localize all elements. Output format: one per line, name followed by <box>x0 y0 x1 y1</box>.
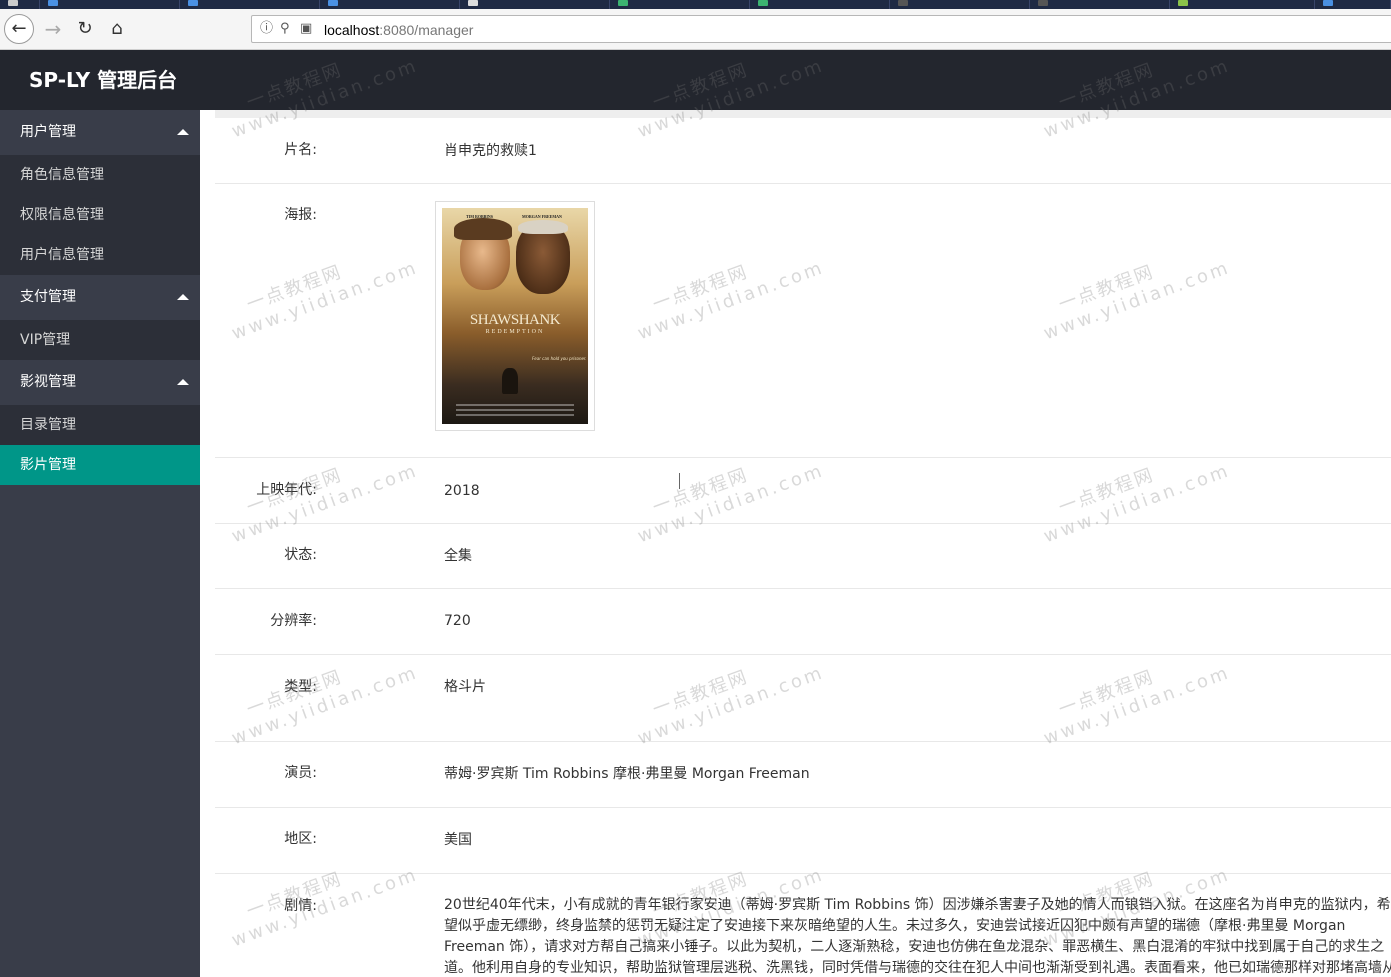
field-label: 地区: <box>284 831 317 847</box>
field-value-region: 美国 <box>444 832 472 848</box>
reload-button[interactable]: ↻ <box>70 14 100 44</box>
field-row-title: 片名: 肖申克的救赎1 <box>215 118 1391 184</box>
sidebar-item-vip[interactable]: VIP管理 <box>0 320 200 360</box>
browser-tab[interactable] <box>1170 0 1315 9</box>
poster-actor-right: MORGAN FREEMAN <box>522 214 562 219</box>
sidebar-group-title-pay[interactable]: 支付管理 <box>0 275 200 320</box>
sidebar-group-title-user[interactable]: 用户管理 <box>0 110 200 155</box>
url-path: :8080/manager <box>379 22 474 38</box>
browser-tab[interactable] <box>1030 0 1170 9</box>
field-row-poster: 海报: TIM ROBBINS MORGAN FREEMAN SHAWSHANK… <box>215 184 1391 458</box>
arrow-left-icon: ← <box>11 18 27 39</box>
reload-icon: ↻ <box>77 18 93 39</box>
field-row-year: 上映年代: 2018 <box>215 458 1391 524</box>
key-icon: ⚲ <box>280 21 290 36</box>
field-value-actors: 蒂姆·罗宾斯 Tim Robbins 摩根·弗里曼 Morgan Freeman <box>444 766 810 782</box>
field-row-plot: 剧情: 20世纪40年代末，小有成就的青年银行家安迪（蒂姆·罗宾斯 Tim Ro… <box>215 874 1391 977</box>
page-icon: ▣ <box>300 21 313 36</box>
sidebar-group-user: 用户管理 角色信息管理 权限信息管理 用户信息管理 <box>0 110 200 275</box>
browser-toolbar: ← → ↻ ⌂ ⓘ ⚲ ▣ localhost:8080/manager <box>0 9 1391 50</box>
field-label: 演员: <box>284 765 317 781</box>
poster-hair-right <box>518 220 568 234</box>
caret-up-icon <box>177 294 189 300</box>
field-value-resolution: 720 <box>444 613 471 629</box>
field-label: 海报: <box>284 207 317 223</box>
sidebar-item-movies[interactable]: 影片管理 <box>0 445 200 485</box>
browser-tab[interactable] <box>0 0 40 9</box>
poster-face-right <box>516 224 570 294</box>
browser-tab[interactable] <box>40 0 180 9</box>
field-row-region: 地区: 美国 <box>215 808 1391 874</box>
sidebar-group-label: 影视管理 <box>20 374 76 390</box>
address-bar[interactable]: ⓘ ⚲ ▣ localhost:8080/manager <box>251 15 1391 43</box>
home-icon: ⌂ <box>111 18 123 39</box>
sidebar-group-label: 用户管理 <box>20 124 76 140</box>
field-row-actors: 演员: 蒂姆·罗宾斯 Tim Robbins 摩根·弗里曼 Morgan Fre… <box>215 742 1391 808</box>
caret-up-icon <box>177 129 189 135</box>
field-value-plot: 20世纪40年代末，小有成就的青年银行家安迪（蒂姆·罗宾斯 Tim Robbin… <box>444 897 1391 976</box>
field-value-title: 肖申克的救赎1 <box>444 143 537 159</box>
poster-hair-left <box>454 218 512 240</box>
field-row-genre: 类型: 格斗片 <box>215 655 1391 742</box>
field-row-status: 状态: 全集 <box>215 524 1391 589</box>
browser-tab[interactable] <box>890 0 1030 9</box>
sidebar-group-pay: 支付管理 VIP管理 <box>0 275 200 360</box>
browser-tab-strip <box>0 0 1391 9</box>
browser-tab[interactable] <box>460 0 610 9</box>
home-button[interactable]: ⌂ <box>102 14 132 44</box>
poster-image: TIM ROBBINS MORGAN FREEMAN SHAWSHANK RED… <box>442 208 588 424</box>
browser-tab[interactable] <box>180 0 320 9</box>
info-icon[interactable]: ⓘ <box>260 20 273 38</box>
poster-figure <box>502 368 518 394</box>
sidebar-item-role[interactable]: 角色信息管理 <box>0 155 200 195</box>
url-host: localhost <box>324 22 380 38</box>
field-row-resolution: 分辨率: 720 <box>215 589 1391 655</box>
back-button[interactable]: ← <box>4 14 34 44</box>
caret-up-icon <box>177 379 189 385</box>
browser-tab[interactable] <box>320 0 460 9</box>
sidebar-item-user-info[interactable]: 用户信息管理 <box>0 235 200 275</box>
field-label: 片名: <box>284 142 317 158</box>
field-label: 类型: <box>284 679 317 695</box>
sidebar-item-permission[interactable]: 权限信息管理 <box>0 195 200 235</box>
sidebar-group-title-media[interactable]: 影视管理 <box>0 360 200 405</box>
app-title: SP-LY 管理后台 <box>29 68 178 92</box>
poster-tagline: Fear can hold you prisoner. <box>532 356 587 361</box>
browser-tab[interactable] <box>750 0 890 9</box>
field-label: 分辨率: <box>270 613 317 629</box>
sidebar-group-label: 支付管理 <box>20 289 76 305</box>
browser-tab[interactable] <box>610 0 750 9</box>
poster-credits <box>456 414 574 416</box>
app-header: SP-LY 管理后台 <box>0 50 1391 110</box>
forward-button[interactable]: → <box>38 14 68 44</box>
poster-credits <box>456 409 574 411</box>
field-label: 状态: <box>284 547 317 563</box>
field-value-year: 2018 <box>444 483 480 499</box>
sidebar-group-media: 影视管理 目录管理 影片管理 <box>0 360 200 485</box>
text-cursor <box>679 473 680 489</box>
field-label: 剧情: <box>284 898 317 914</box>
movie-detail-panel: 片名: 肖申克的救赎1 海报: TIM ROBBINS MORGAN FREEM… <box>200 110 1391 977</box>
arrow-right-icon: → <box>44 17 62 41</box>
field-value-status: 全集 <box>444 548 472 564</box>
url-text[interactable]: localhost:8080/manager <box>324 21 473 39</box>
movie-poster[interactable]: TIM ROBBINS MORGAN FREEMAN SHAWSHANK RED… <box>435 201 595 431</box>
field-value-genre: 格斗片 <box>444 679 486 695</box>
poster-credits <box>456 404 574 406</box>
content-top-strip <box>215 110 1391 118</box>
poster-subtitle: REDEMPTION <box>485 329 545 335</box>
sidebar-item-catalog[interactable]: 目录管理 <box>0 405 200 445</box>
browser-tab[interactable] <box>1315 0 1391 9</box>
poster-title: SHAWSHANK <box>469 312 561 328</box>
field-label: 上映年代: <box>256 482 317 498</box>
sidebar: 用户管理 角色信息管理 权限信息管理 用户信息管理 支付管理 VIP管理 影视管… <box>0 110 200 977</box>
